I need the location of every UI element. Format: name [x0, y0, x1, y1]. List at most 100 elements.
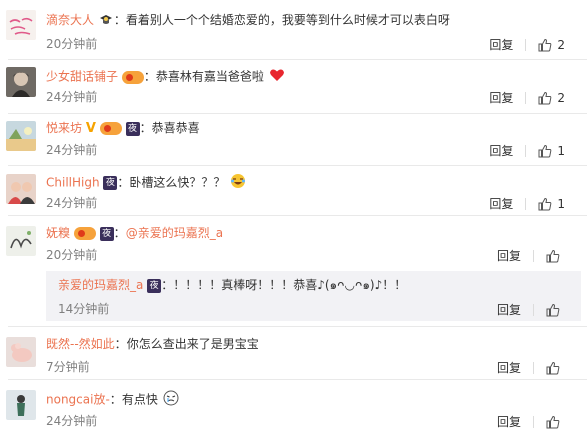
grad-cap-icon	[99, 13, 113, 29]
avatar[interactable]	[6, 226, 36, 256]
comment-username[interactable]: 妩糗	[46, 226, 70, 240]
reply-button[interactable]: 回复	[497, 413, 521, 430]
comment-time: 24分钟前	[46, 196, 98, 210]
reply-button[interactable]: 回复	[489, 89, 513, 106]
comment-sep: ：	[109, 392, 122, 407]
thumbs-up-icon	[546, 303, 560, 316]
comment-actions: 回复	[497, 359, 565, 376]
like-button[interactable]	[546, 303, 565, 317]
thumbs-up-icon	[538, 91, 552, 104]
avatar[interactable]	[6, 337, 36, 367]
avatar-image-icon	[6, 226, 36, 256]
comment-sep: ：	[117, 175, 130, 190]
comment-username[interactable]: 悦来坊	[46, 121, 82, 135]
crying-emoji-icon	[163, 390, 179, 410]
comment-mention-link[interactable]: @亲爱的玛嘉烈_a	[126, 226, 223, 240]
comment-actions: 回复 1	[489, 142, 565, 159]
comment-text: 卧槽这么快？？？	[129, 175, 226, 190]
avatar[interactable]	[6, 10, 36, 40]
like-button[interactable]	[546, 249, 565, 263]
avatar[interactable]	[6, 390, 36, 420]
comment-item: 少女甜话铺子 ：恭喜林有嘉当爸爸啦 24分钟前 回复 2	[0, 60, 587, 114]
sub-reply-actions: 回复	[497, 301, 565, 318]
comment-item: nongcai放-：有点快 24分钟前 回复	[0, 380, 587, 442]
action-divider	[533, 361, 534, 374]
avatar-image-icon	[6, 390, 36, 420]
vip-badge-icon	[99, 122, 122, 135]
comment-time: 24分钟前	[46, 90, 98, 104]
reply-button[interactable]: 回复	[497, 301, 521, 318]
comment-time: 24分钟前	[46, 143, 98, 157]
comment-item: 既然--然如此：你怎么查出来了是男宝宝 7分钟前 回复	[0, 327, 587, 379]
comment-actions: 回复	[497, 247, 565, 264]
vip-badge-icon	[73, 227, 96, 240]
comment-item: 滴奈大人 ：看着别人一个个结婚恋爱的，我要等到什么时候才可以表白呀 20分钟前 …	[0, 0, 587, 60]
action-divider	[533, 303, 534, 316]
comment-actions: 回复 2	[489, 36, 565, 53]
like-count: 1	[557, 143, 565, 158]
reply-button[interactable]: 回复	[489, 195, 513, 212]
like-button[interactable]: 1	[538, 144, 565, 158]
reply-button[interactable]: 回复	[489, 142, 513, 159]
thumbs-up-icon	[538, 144, 552, 157]
comment-sep: ：	[139, 121, 152, 135]
comment-time: 7分钟前	[46, 360, 90, 374]
action-divider	[525, 91, 527, 104]
thumbs-up-icon	[538, 38, 552, 51]
like-count: 2	[557, 37, 565, 52]
avatar[interactable]	[6, 67, 36, 97]
comment-sep: ：	[143, 69, 156, 84]
avatar-image-icon	[6, 337, 36, 367]
reply-button[interactable]: 回复	[497, 247, 521, 264]
reply-button[interactable]: 回复	[489, 36, 513, 53]
comment-text: 恭喜恭喜	[151, 121, 200, 135]
avatar-image-icon	[6, 174, 36, 204]
like-button[interactable]	[546, 361, 565, 375]
night-badge-icon: 夜	[103, 176, 118, 190]
like-button[interactable]: 2	[538, 91, 565, 105]
sub-reply-box: 亲爱的玛嘉烈_a 夜：！！！！真棒呀！！！恭喜♪(๑ᴖ◡ᴖ๑)♪！！ 14分钟前…	[46, 271, 581, 321]
comment-item: 悦来坊 V 夜：恭喜恭喜 24分钟前 回复 1	[0, 114, 587, 166]
comment-username[interactable]: ChillHigh	[46, 176, 100, 190]
comment-time: 20分钟前	[46, 37, 98, 51]
like-button[interactable]	[546, 415, 565, 429]
comment-item: ChillHigh 夜：卧槽这么快？？？ 24分钟前 回复 1	[0, 166, 587, 216]
comment-username[interactable]: 少女甜话铺子	[46, 70, 118, 84]
thumbs-up-icon	[546, 415, 560, 428]
avatar[interactable]	[6, 174, 36, 204]
comment-sep: ：	[113, 13, 126, 27]
laugh-cry-emoji-icon	[230, 173, 246, 193]
avatar-image-icon	[6, 10, 36, 40]
comment-sep: ：	[114, 337, 127, 351]
thumbs-up-icon	[546, 249, 560, 262]
comment-text: 有点快	[121, 392, 158, 407]
like-button[interactable]: 2	[538, 38, 565, 52]
sub-reply-text: ！！！！真棒呀！！！恭喜♪(๑ᴖ◡ᴖ๑)♪！！	[173, 278, 407, 292]
comment-username[interactable]: 既然--然如此	[46, 337, 115, 351]
sub-reply-time: 14分钟前	[58, 302, 110, 316]
like-button[interactable]: 1	[538, 197, 565, 211]
night-badge-icon: 夜	[147, 278, 162, 293]
sub-reply-sep: ：	[161, 278, 174, 292]
comment-text: 恭喜林有嘉当爸爸啦	[155, 69, 264, 84]
vip-badge-icon	[121, 70, 144, 84]
night-badge-icon: 夜	[99, 226, 114, 241]
comment-text: 你怎么查出来了是男宝宝	[126, 337, 259, 351]
like-count: 2	[557, 90, 565, 105]
action-divider	[525, 38, 527, 51]
comment-username[interactable]: nongcai放-	[46, 393, 110, 407]
like-count: 1	[557, 196, 565, 211]
reply-button[interactable]: 回复	[497, 359, 521, 376]
comment-actions: 回复 1	[489, 195, 565, 212]
action-divider	[533, 415, 534, 428]
heart-icon	[269, 68, 285, 86]
comment-username[interactable]: 滴奈大人	[46, 13, 94, 27]
sub-reply-username[interactable]: 亲爱的玛嘉烈_a	[58, 278, 143, 292]
avatar-image-icon	[6, 121, 36, 151]
action-divider	[525, 197, 527, 210]
action-divider	[525, 144, 527, 157]
comment-time: 24分钟前	[46, 414, 98, 428]
thumbs-up-icon	[538, 197, 552, 210]
avatar-image-icon	[6, 67, 36, 97]
avatar[interactable]	[6, 121, 36, 151]
